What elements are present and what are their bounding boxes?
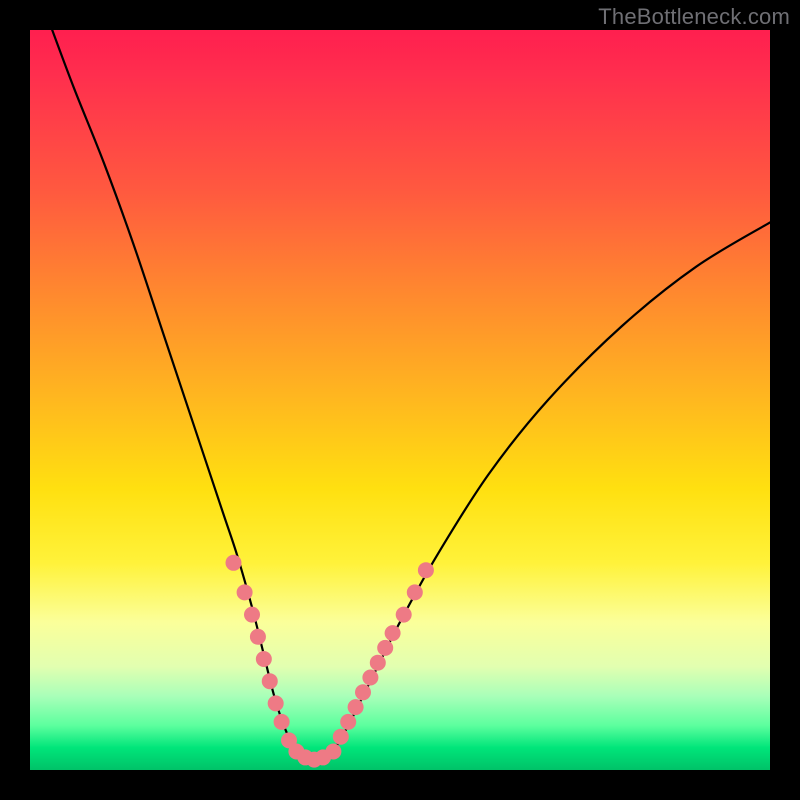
marker-dot [348, 699, 364, 715]
marker-dot [333, 729, 349, 745]
chart-svg [30, 30, 770, 770]
marker-dot [237, 584, 253, 600]
plot-area [30, 30, 770, 770]
marker-dot [226, 555, 242, 571]
marker-dot [268, 695, 284, 711]
watermark-text: TheBottleneck.com [598, 4, 790, 30]
marker-dot [377, 640, 393, 656]
marker-dot [250, 629, 266, 645]
marker-dot [418, 562, 434, 578]
curve-group [52, 30, 770, 760]
marker-dot [396, 607, 412, 623]
v-curve [52, 30, 770, 760]
marker-dot [244, 607, 260, 623]
marker-group [226, 555, 434, 768]
marker-dot [370, 655, 386, 671]
marker-dot [355, 684, 371, 700]
marker-dot [274, 714, 290, 730]
marker-dot [362, 670, 378, 686]
marker-dot [256, 651, 272, 667]
marker-dot [385, 625, 401, 641]
marker-dot [340, 714, 356, 730]
chart-frame: TheBottleneck.com [0, 0, 800, 800]
marker-dot [325, 744, 341, 760]
marker-dot [407, 584, 423, 600]
marker-dot [262, 673, 278, 689]
